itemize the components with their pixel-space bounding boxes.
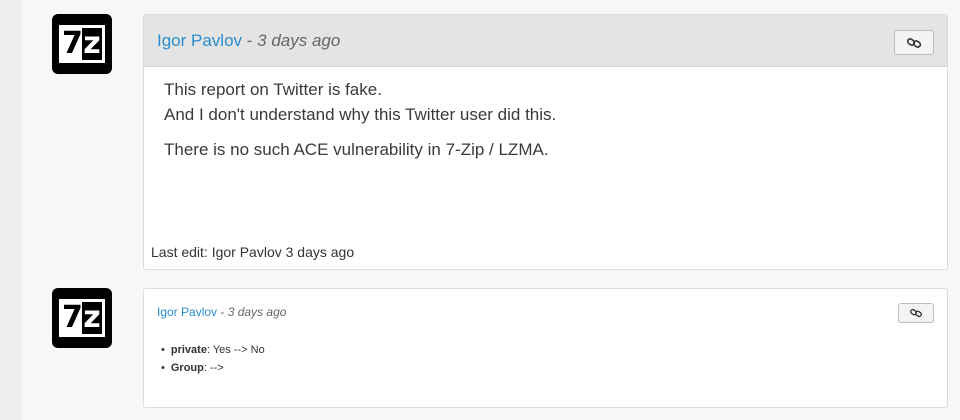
body-line: And I don't understand why this Twitter … [164,105,557,124]
logo-z: z [83,26,101,61]
field-change: : --> [203,362,224,374]
author-link[interactable]: Igor Pavlov [157,305,217,319]
logo-seven: 7 [62,26,83,61]
timestamp: 3 days ago [227,305,287,319]
logo-seven: 7 [62,300,83,335]
post-header: Igor Pavlov - 3 days ago [144,289,947,335]
comment-post: Igor Pavlov - 3 days ago This report on … [143,14,948,270]
field-name: private [170,344,207,356]
list-item: private: Yes --> No [169,341,265,359]
7zip-logo-icon: 7 z [59,25,105,63]
7zip-logo-icon: 7 z [59,299,105,337]
change-post: Igor Pavlov - 3 days ago private: Yes --… [143,288,948,408]
timestamp: 3 days ago [257,30,341,50]
body-line: This report on Twitter is fake. [164,80,382,99]
logo-z: z [83,300,101,335]
body-line: There is no such ACE vulnerability in 7-… [164,140,549,159]
link-icon [910,308,922,318]
post-header: Igor Pavlov - 3 days ago [144,15,947,67]
list-item: Group: --> [169,359,265,377]
last-edit-note: Last edit: Igor Pavlov 3 days ago [151,244,355,260]
left-strip [0,0,22,420]
link-icon [906,37,922,48]
permalink-button[interactable] [894,30,934,55]
separator: - [217,305,228,319]
avatar[interactable]: 7 z [52,14,112,74]
author-link[interactable]: Igor Pavlov [157,31,242,51]
field-name: Group [170,362,204,374]
field-change: : Yes --> No [206,344,265,356]
separator: - [242,30,258,50]
avatar[interactable]: 7 z [52,288,112,348]
post-body: This report on Twitter is fake. And I do… [164,77,556,162]
change-list: private: Yes --> No Group: --> [169,341,265,377]
permalink-button[interactable] [898,303,934,323]
